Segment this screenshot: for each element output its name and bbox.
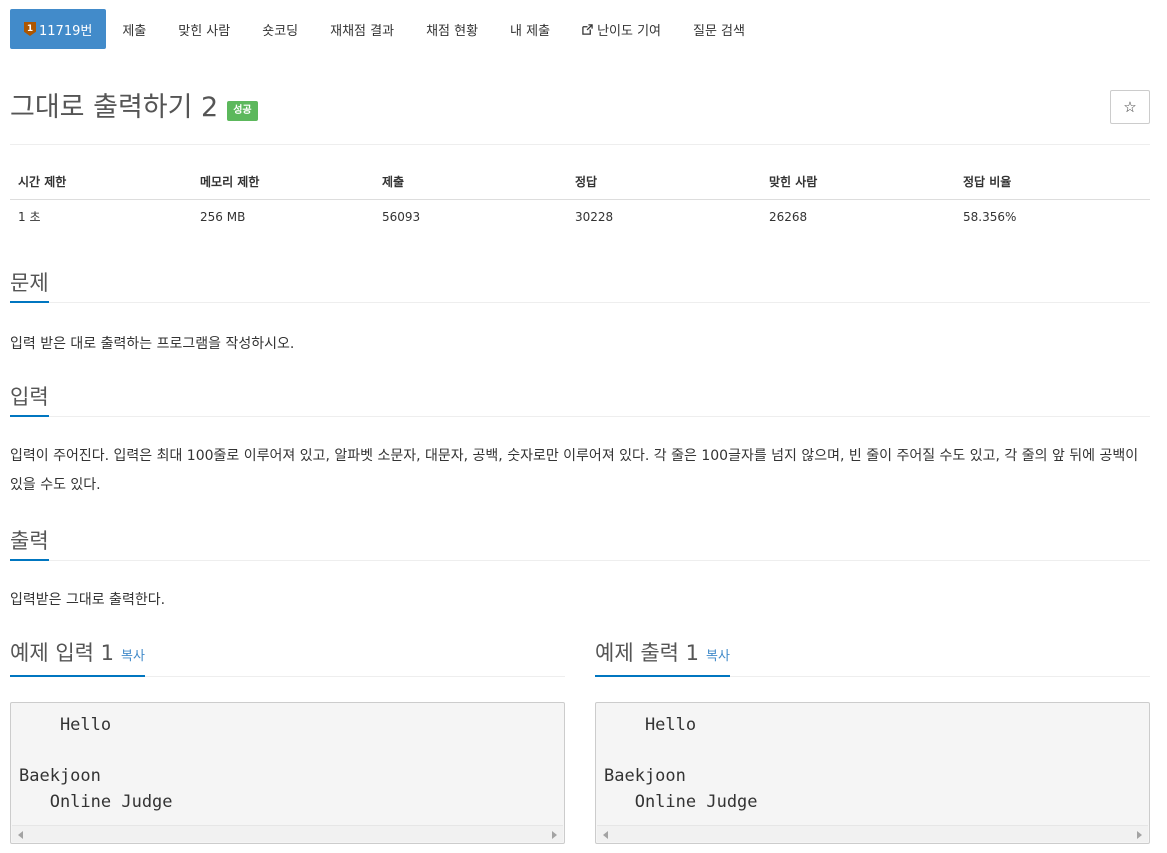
header-solved-users: 맞힌 사람 [761,164,955,200]
horizontal-scrollbar[interactable] [597,825,1148,842]
section-header: 출력 [10,527,1150,561]
problem-title-wrap: 그대로 출력하기 2 성공 [10,90,258,126]
section-header: 예제 입력 1 복사 [10,640,565,677]
tab-my-submissions[interactable]: 내 제출 [494,9,566,49]
sample-input-code[interactable]: Hello Baekjoon Online Judge [10,702,565,844]
section-title-problem: 문제 [10,269,49,303]
sample-input-heading: 예제 입력 1 복사 [10,639,145,677]
tab-short-coding[interactable]: 숏코딩 [246,9,314,49]
value-time-limit: 1 초 [18,210,41,225]
external-link-icon [582,23,593,35]
status-badge: 성공 [227,101,258,121]
section-title-output: 출력 [10,527,49,561]
section-header: 예제 출력 1 복사 [595,640,1150,677]
scroll-left-arrow-icon[interactable] [18,831,23,839]
sample-input-title: 예제 입력 1 [10,641,114,665]
tab-difficulty-contrib-label: 난이도 기여 [597,23,661,39]
tab-problem-label: 11719번 [39,23,93,39]
problem-info-table: 시간 제한 메모리 제한 제출 정답 맞힌 사람 정답 비율 1 초 256 M… [10,164,1150,234]
output-section: 출력 입력받은 그대로 출력한다. [10,527,1150,615]
section-header: 입력 [10,383,1150,417]
header-accepted: 정답 [567,164,761,200]
sample-output-title: 예제 출력 1 [595,641,699,665]
problem-header: 그대로 출력하기 2 성공 ☆ [10,90,1150,126]
problem-title: 그대로 출력하기 2 [10,92,219,123]
tab-solved-users[interactable]: 맞힌 사람 [162,9,246,49]
tab-question-search[interactable]: 질문 검색 [677,9,761,49]
scroll-left-arrow-icon[interactable] [603,831,608,839]
sample-output-code[interactable]: Hello Baekjoon Online Judge [595,702,1150,844]
tab-problem[interactable]: 1 11719번 [10,9,107,49]
header-time-limit: 시간 제한 [10,164,192,200]
horizontal-scrollbar[interactable] [12,825,563,842]
sample-input-content: Hello Baekjoon Online Judge [19,715,173,812]
header-submissions: 제출 [374,164,567,200]
table-row: 1 초 256 MB 56093 30228 26268 58.356% [10,199,1150,234]
sample-output-content: Hello Baekjoon Online Judge [604,715,758,812]
favorite-button[interactable]: ☆ [1110,90,1150,124]
scroll-right-arrow-icon[interactable] [552,831,557,839]
copy-sample-input-button[interactable]: 복사 [121,649,145,664]
problem-menu: 1 11719번 제출 맞힌 사람 숏코딩 재채점 결과 채점 현황 내 제출 … [10,9,761,49]
sample-input-section: 예제 입력 1 복사 Hello Baekjoon Online Judge [10,640,565,844]
value-memory-limit: 256 MB [200,209,246,224]
header-accept-ratio: 정답 비율 [955,164,1150,200]
input-description-text: 입력이 주어진다. 입력은 최대 100줄로 이루어져 있고, 알파벳 소문자,… [10,448,1139,493]
tab-difficulty-contrib[interactable]: 난이도 기여 [566,9,677,49]
tab-submit[interactable]: 제출 [106,9,162,49]
output-description-text: 입력받은 그대로 출력한다. [10,592,166,608]
problem-description-section: 문제 입력 받은 대로 출력하는 프로그램을 작성하시오. [10,269,1150,359]
section-title-input: 입력 [10,383,49,417]
star-icon: ☆ [1123,98,1137,116]
problem-description-text: 입력 받은 대로 출력하는 프로그램을 작성하시오. [10,336,295,352]
sample-output-heading: 예제 출력 1 복사 [595,639,730,677]
input-section: 입력 입력이 주어진다. 입력은 최대 100줄로 이루어져 있고, 알파벳 소… [10,383,1150,500]
sample-output-section: 예제 출력 1 복사 Hello Baekjoon Online Judge [595,640,1150,844]
value-solved-users: 26268 [769,209,808,224]
header-memory-limit: 메모리 제한 [192,164,374,200]
section-header: 문제 [10,269,1150,303]
copy-sample-output-button[interactable]: 복사 [706,649,730,664]
value-accept-ratio: 58.356% [963,209,1017,224]
tab-judge-status[interactable]: 채점 현황 [410,9,494,49]
tab-rejudge-results[interactable]: 재채점 결과 [314,9,410,49]
scroll-right-arrow-icon[interactable] [1137,831,1142,839]
header-divider [10,144,1150,145]
table-header-row: 시간 제한 메모리 제한 제출 정답 맞힌 사람 정답 비율 [10,164,1150,200]
tier-bronze-icon: 1 [24,22,36,36]
value-accepted: 30228 [575,209,614,224]
value-submissions: 56093 [382,209,421,224]
